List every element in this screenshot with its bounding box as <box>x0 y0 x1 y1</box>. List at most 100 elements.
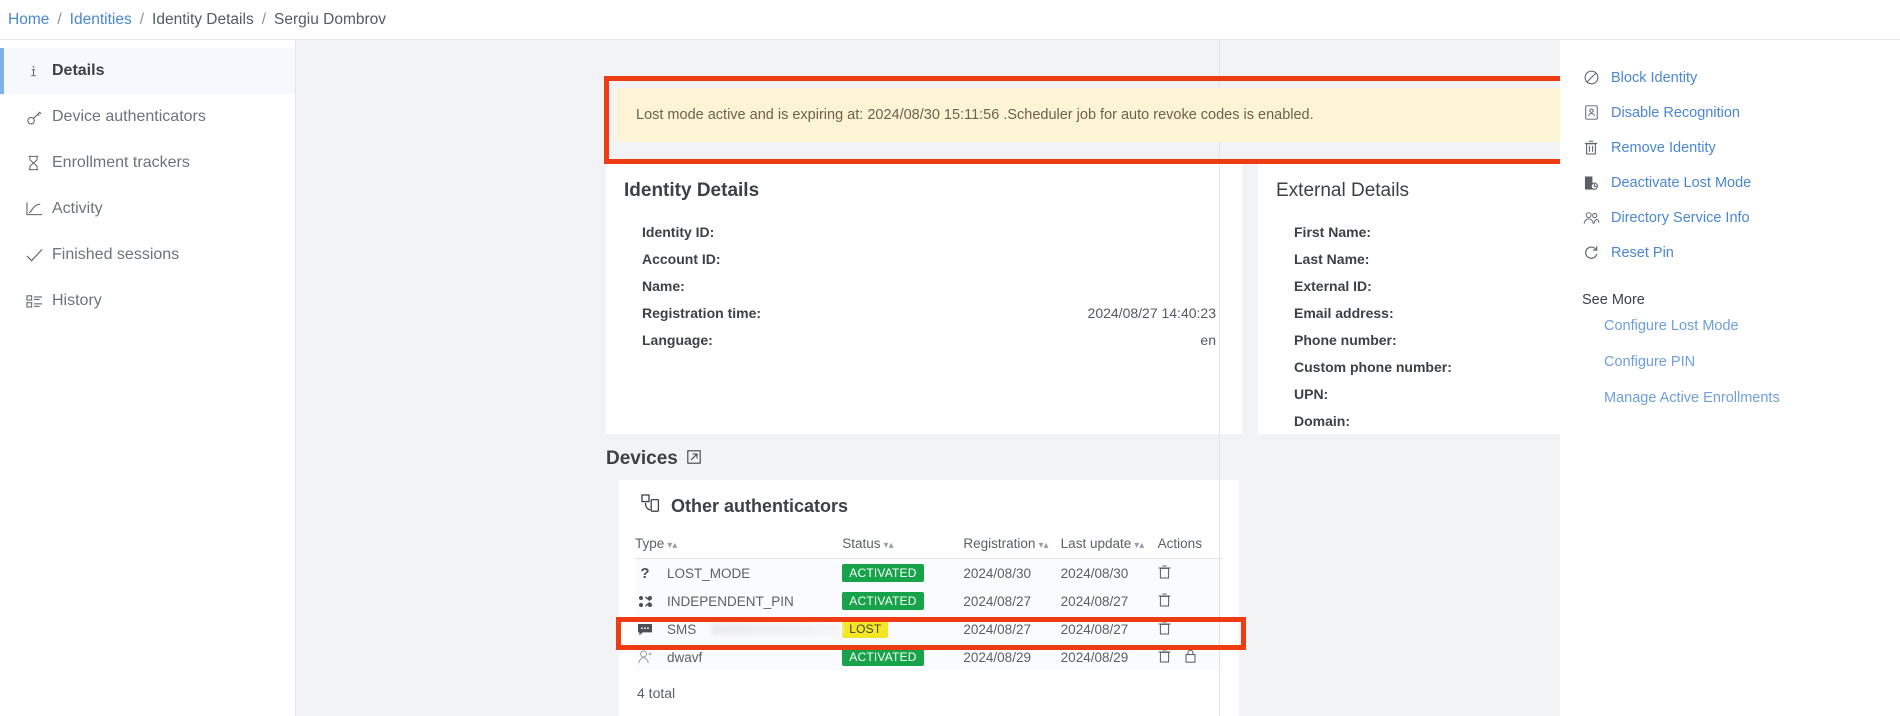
table-row[interactable]: SMS LOST 2024/08/27 2024/08/27 <box>635 615 1223 643</box>
action-reset-pin[interactable]: Reset Pin <box>1582 235 1900 270</box>
identity-details-title: Identity Details <box>624 180 1216 202</box>
info-icon <box>26 64 52 79</box>
column-header-last-update[interactable]: Last update▾▴ <box>1061 536 1158 559</box>
column-label: Status <box>842 536 880 551</box>
card-title: Other authenticators <box>671 496 848 517</box>
field-upn: UPN: <box>1276 386 1560 402</box>
pin-dots-icon <box>635 595 655 608</box>
action-label: Deactivate Lost Mode <box>1611 175 1751 191</box>
field-identity-id: Identity ID: <box>624 224 1216 240</box>
column-header-status[interactable]: Status ▾▴ <box>842 536 963 559</box>
breadcrumb-item-current: Sergiu Dombrov <box>274 11 386 29</box>
cell-status: ACTIVATED <box>842 559 963 588</box>
breadcrumb-item-identities[interactable]: Identities <box>70 11 132 29</box>
link-configure-lost-mode[interactable]: Configure Lost Mode <box>1604 308 1900 344</box>
field-label: External ID: <box>1294 278 1372 294</box>
link-configure-pin[interactable]: Configure PIN <box>1604 344 1900 380</box>
cell-last-update: 2024/08/29 <box>1061 643 1158 671</box>
sidebar-item-enrollment-trackers[interactable]: Enrollment trackers <box>0 140 295 186</box>
field-label: Language: <box>642 332 713 348</box>
sidebar-item-label: Details <box>52 62 104 80</box>
sort-icon[interactable]: ▾▴ <box>884 540 894 551</box>
table-row[interactable]: dwavf ACTIVATED 2024/08/29 2024/08/29 <box>635 643 1223 671</box>
field-label: Custom phone number: <box>1294 359 1452 375</box>
trash-icon[interactable] <box>1158 649 1171 666</box>
sort-icon[interactable]: ▾▴ <box>1038 540 1048 551</box>
trash-icon[interactable] <box>1158 593 1171 610</box>
breadcrumb-item-identity-details[interactable]: Identity Details <box>152 11 254 29</box>
field-external-id: External ID: <box>1276 278 1560 294</box>
cell-type: INDEPENDENT_PIN <box>635 587 842 615</box>
cell-actions <box>1158 587 1223 615</box>
table-row[interactable]: INDEPENDENT_PIN ACTIVATED 2024/08/27 202… <box>635 587 1223 615</box>
page-shell: Details Device authenticators Enrollment… <box>0 40 1900 716</box>
cell-last-update: 2024/08/30 <box>1061 559 1158 588</box>
user-icon <box>635 650 655 664</box>
sidebar-item-label: Activity <box>52 200 103 218</box>
status-badge: ACTIVATED <box>842 592 923 610</box>
link-manage-active-enrollments[interactable]: Manage Active Enrollments <box>1604 380 1900 416</box>
sidebar-item-finished-sessions[interactable]: Finished sessions <box>0 232 295 278</box>
table-row[interactable]: ? LOST_MODE ACTIVATED 2024/08/30 2024/08… <box>635 559 1223 588</box>
redacted-value <box>712 624 842 635</box>
column-header-actions: Actions <box>1158 536 1223 559</box>
action-remove-identity[interactable]: Remove Identity <box>1582 130 1900 165</box>
table-header: Type▾▴ Status ▾▴ Registration▾▴ Last upda… <box>635 536 1223 559</box>
sms-icon <box>635 623 655 636</box>
sort-icon[interactable]: ▾▴ <box>1134 540 1144 551</box>
field-label: Identity ID: <box>642 224 714 240</box>
devices-icon <box>641 494 661 518</box>
sort-icon[interactable]: ▾▴ <box>667 540 677 551</box>
sidebar-item-label: History <box>52 292 102 310</box>
external-details-title: External Details <box>1276 180 1560 202</box>
cell-last-update: 2024/08/27 <box>1061 615 1158 643</box>
field-label: Account ID: <box>642 251 721 267</box>
status-badge: ACTIVATED <box>842 648 923 666</box>
type-label: dwavf <box>667 650 702 665</box>
field-label: Email address: <box>1294 305 1394 321</box>
lock-icon[interactable] <box>1185 649 1196 666</box>
column-header-registration[interactable]: Registration▾▴ <box>963 536 1060 559</box>
field-value: 2024/08/27 14:40:23 <box>1088 305 1216 321</box>
field-label: Domain: <box>1294 413 1350 429</box>
sidebar-item-details[interactable]: Details <box>0 48 295 94</box>
trash-icon[interactable] <box>1158 621 1171 638</box>
status-badge: LOST <box>842 620 888 638</box>
trash-icon[interactable] <box>1158 565 1171 582</box>
field-first-name: First Name: <box>1276 224 1560 240</box>
action-deactivate-lost-mode[interactable]: Deactivate Lost Mode <box>1582 165 1900 200</box>
list-icon <box>26 294 52 309</box>
cell-status: ACTIVATED <box>842 643 963 671</box>
authenticators-table: Type▾▴ Status ▾▴ Registration▾▴ Last upda… <box>635 536 1223 671</box>
card-header: Other authenticators <box>635 494 1223 518</box>
details-panels: Identity Details Identity ID: Account ID… <box>606 162 1560 434</box>
sidebar-item-label: Finished sessions <box>52 246 179 264</box>
sidebar-item-history[interactable]: History <box>0 278 295 324</box>
cell-last-update: 2024/08/27 <box>1061 587 1158 615</box>
action-block-identity[interactable]: Block Identity <box>1582 60 1900 95</box>
cell-type: ? LOST_MODE <box>635 559 842 588</box>
identity-details-panel: Identity Details Identity ID: Account ID… <box>606 162 1242 434</box>
column-label: Actions <box>1158 536 1202 551</box>
breadcrumb-separator: / <box>140 11 144 29</box>
field-value: en <box>1200 332 1216 348</box>
breadcrumb-separator: / <box>57 11 61 29</box>
field-custom-phone-number: Custom phone number: <box>1276 359 1560 375</box>
external-link-icon[interactable] <box>687 448 701 470</box>
field-phone-number: Phone number: <box>1276 332 1560 348</box>
action-disable-recognition[interactable]: Disable Recognition <box>1582 95 1900 130</box>
refresh-icon <box>1582 245 1600 260</box>
type-label: SMS <box>667 622 696 637</box>
breadcrumb-item-home[interactable]: Home <box>8 11 49 29</box>
sidebar-item-device-authenticators[interactable]: Device authenticators <box>0 94 295 140</box>
lost-mode-alert-banner: Lost mode active and is expiring at: 202… <box>616 88 1560 142</box>
sidebar-item-activity[interactable]: Activity <box>0 186 295 232</box>
field-label: Phone number: <box>1294 332 1397 348</box>
column-header-type[interactable]: Type▾▴ <box>635 536 842 559</box>
external-details-panel: External Details First Name: Last Name: … <box>1258 162 1560 434</box>
action-directory-service-info[interactable]: Directory Service Info <box>1582 200 1900 235</box>
action-label: Directory Service Info <box>1611 210 1750 226</box>
action-label: Disable Recognition <box>1611 105 1740 121</box>
breadcrumb: Home / Identities / Identity Details / S… <box>0 0 1900 40</box>
block-icon <box>1582 70 1600 85</box>
